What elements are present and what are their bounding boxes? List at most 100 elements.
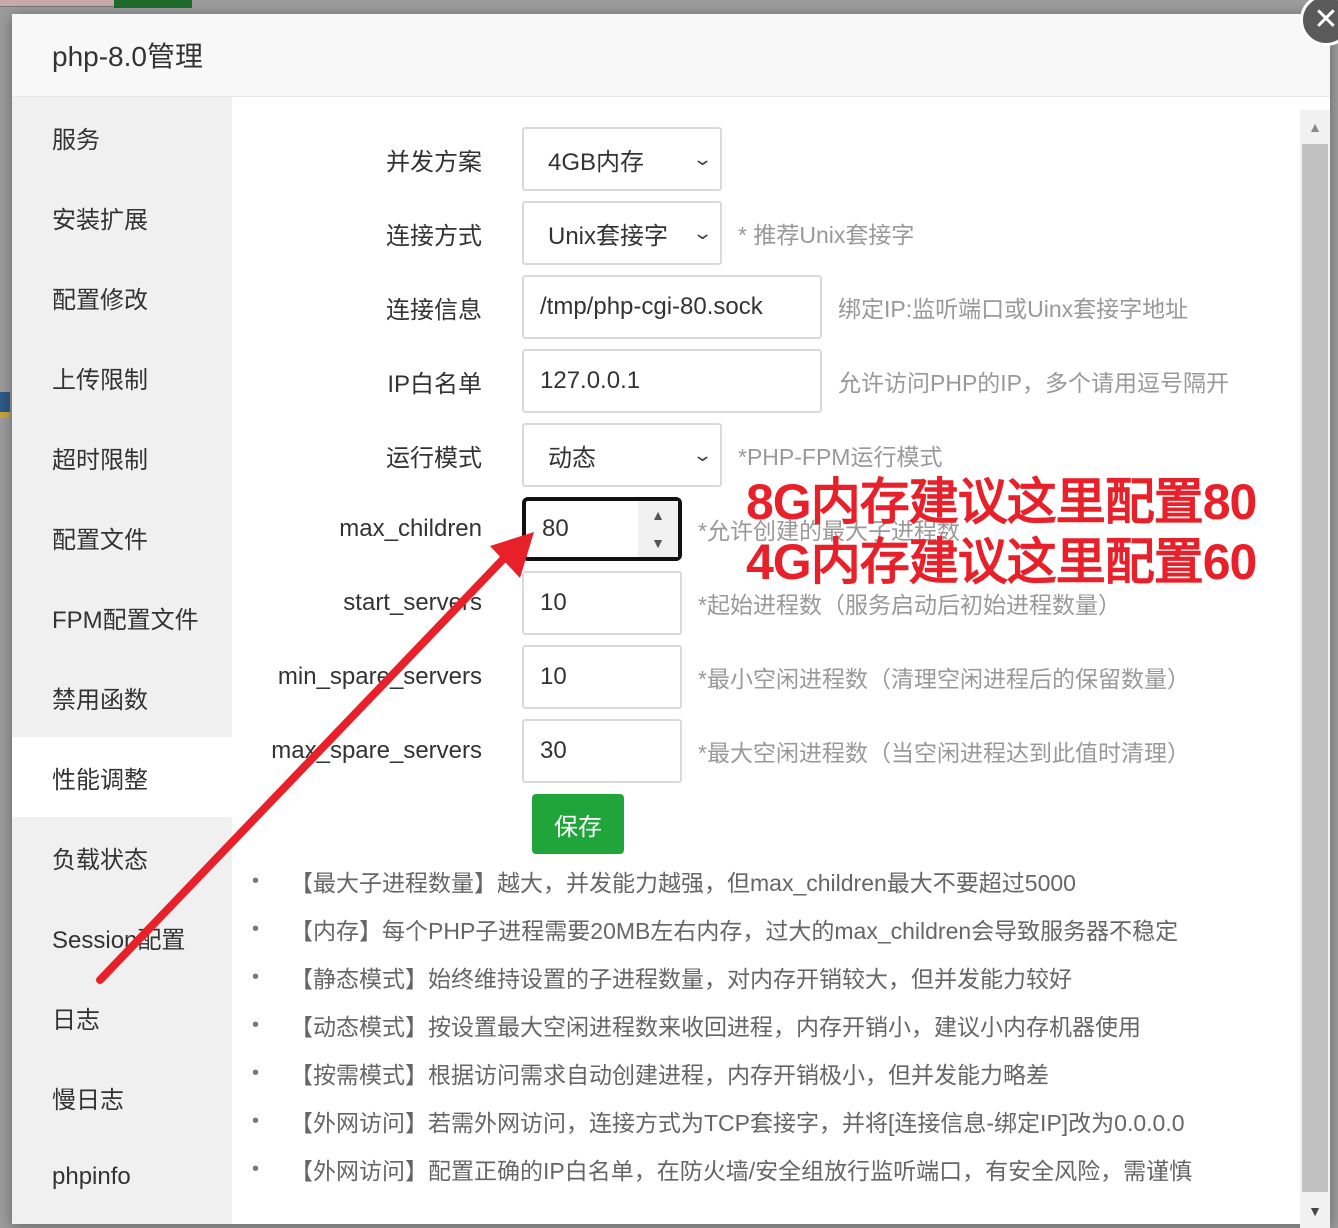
scroll-thumb[interactable] bbox=[1302, 144, 1328, 1192]
bullet-icon: • bbox=[252, 965, 260, 988]
sidebar-item-label: 配置修改 bbox=[52, 286, 148, 314]
scroll-down-icon[interactable]: ▼ bbox=[1300, 1194, 1330, 1228]
modal-body: 服务 安装扩展 配置修改 上传限制 超时限制 配置文件 FPM配置文件 禁用函数… bbox=[12, 97, 1330, 1224]
sidebar-item-label: 安装扩展 bbox=[52, 206, 148, 234]
connection-info-hint: 绑定IP:监听端口或Uinx套接字地址 bbox=[838, 296, 1189, 322]
sidebar-item-slow-log[interactable]: 慢日志 bbox=[12, 1057, 232, 1137]
note-item: • 【静态模式】始终维持设置的子进程数量，对内存开销较大，但并发能力较好 bbox=[252, 953, 1192, 1001]
sidebar: 服务 安装扩展 配置修改 上传限制 超时限制 配置文件 FPM配置文件 禁用函数… bbox=[12, 97, 232, 1224]
connection-mode-select[interactable]: Unix套接字 ⌄ bbox=[522, 201, 722, 265]
min-spare-servers-input[interactable]: 10 bbox=[522, 645, 682, 709]
min-spare-servers-hint: *最小空闲进程数（清理空闲进程后的保留数量） bbox=[698, 666, 1190, 692]
modal-header: php-8.0管理 bbox=[12, 14, 1330, 97]
background-tab-active bbox=[114, 0, 192, 8]
max-spare-servers-label: max_spare_servers bbox=[271, 737, 482, 764]
input-value: /tmp/php-cgi-80.sock bbox=[540, 293, 763, 320]
annotation-4g: 4G内存建议这里配置60 bbox=[746, 534, 1257, 590]
note-item: • 【动态模式】按设置最大空闲进程数来收回进程，内存开销小，建议小内存机器使用 bbox=[252, 1001, 1192, 1049]
concurrency-plan-select[interactable]: 4GB内存 ⌄ bbox=[522, 127, 722, 191]
sidebar-item-label: 负载状态 bbox=[52, 846, 148, 874]
max-spare-servers-input[interactable]: 30 bbox=[522, 719, 682, 783]
ip-whitelist-input[interactable]: 127.0.0.1 bbox=[522, 349, 822, 413]
note-text: 【动态模式】按设置最大空闲进程数来收回进程，内存开销小，建议小内存机器使用 bbox=[290, 1014, 1141, 1040]
sidebar-item-label: 配置文件 bbox=[52, 526, 148, 554]
note-item: • 【外网访问】若需外网访问，连接方式为TCP套接字，并将[连接信息-绑定IP]改… bbox=[252, 1097, 1192, 1145]
input-value: 10 bbox=[540, 663, 567, 690]
background-tab bbox=[0, 0, 114, 7]
spin-up-icon[interactable]: ▲ bbox=[651, 507, 665, 523]
bullet-icon: • bbox=[252, 869, 260, 892]
sidebar-item-performance-tuning[interactable]: 性能调整 bbox=[12, 737, 232, 817]
note-text: 【外网访问】若需外网访问，连接方式为TCP套接字，并将[连接信息-绑定IP]改为… bbox=[290, 1110, 1185, 1136]
selected-value: 动态 bbox=[548, 444, 596, 472]
run-mode-select[interactable]: 动态 ⌄ bbox=[522, 423, 722, 487]
input-value: 10 bbox=[540, 589, 567, 616]
sidebar-item-label: 慢日志 bbox=[52, 1086, 124, 1114]
connection-info-label: 连接信息 bbox=[386, 296, 482, 324]
bullet-icon: • bbox=[252, 1061, 260, 1084]
sidebar-item-label: FPM配置文件 bbox=[52, 606, 199, 634]
note-item: • 【最大子进程数量】越大，并发能力越强，但max_children最大不要超过5… bbox=[252, 857, 1192, 905]
sidebar-item-service[interactable]: 服务 bbox=[12, 97, 232, 177]
note-text: 【静态模式】始终维持设置的子进程数量，对内存开销较大，但并发能力较好 bbox=[290, 966, 1072, 992]
bullet-icon: • bbox=[252, 917, 260, 940]
sidebar-item-phpinfo[interactable]: phpinfo bbox=[12, 1137, 232, 1217]
connection-mode-hint: * 推荐Unix套接字 bbox=[738, 222, 915, 248]
sidebar-item-log[interactable]: 日志 bbox=[12, 977, 232, 1057]
sidebar-item-timeout-limit[interactable]: 超时限制 bbox=[12, 417, 232, 497]
sidebar-item-fpm-config-file[interactable]: FPM配置文件 bbox=[12, 577, 232, 657]
chevron-down-icon: ⌄ bbox=[691, 444, 714, 465]
modal-title: php-8.0管理 bbox=[52, 41, 203, 72]
bullet-icon: • bbox=[252, 1109, 260, 1132]
note-text: 【内存】每个PHP子进程需要20MB左右内存，过大的max_children会导… bbox=[290, 918, 1179, 944]
number-spinner: ▲ ▼ bbox=[638, 501, 678, 557]
start-servers-label: start_servers bbox=[343, 589, 482, 616]
start-servers-input[interactable]: 10 bbox=[522, 571, 682, 635]
input-value: 127.0.0.1 bbox=[540, 367, 641, 394]
php-management-modal: php-8.0管理 服务 安装扩展 配置修改 上传限制 超时限制 配置文件 FP… bbox=[12, 14, 1330, 1228]
chevron-down-icon: ⌄ bbox=[691, 148, 714, 169]
selected-value: 4GB内存 bbox=[548, 148, 645, 176]
vertical-scrollbar[interactable]: ▲ ▼ bbox=[1300, 110, 1330, 1228]
sidebar-item-label: phpinfo bbox=[52, 1163, 131, 1190]
input-value: 30 bbox=[540, 737, 567, 764]
note-text: 【外网访问】配置正确的IP白名单，在防火墙/安全组放行监听端口，有安全风险，需谨… bbox=[290, 1158, 1193, 1184]
sidebar-item-install-extensions[interactable]: 安装扩展 bbox=[12, 177, 232, 257]
max-children-label: max_children bbox=[339, 515, 482, 542]
bullet-icon: • bbox=[252, 1157, 260, 1180]
sidebar-item-upload-limit[interactable]: 上传限制 bbox=[12, 337, 232, 417]
background-python-icon bbox=[0, 392, 10, 418]
selected-value: Unix套接字 bbox=[548, 222, 669, 250]
sidebar-item-label: 服务 bbox=[52, 126, 100, 154]
sidebar-item-config-file[interactable]: 配置文件 bbox=[12, 497, 232, 577]
sidebar-item-label: 上传限制 bbox=[52, 366, 148, 394]
connection-mode-label: 连接方式 bbox=[386, 222, 482, 250]
sidebar-item-load-status[interactable]: 负载状态 bbox=[12, 817, 232, 897]
min-spare-servers-label: min_spare_servers bbox=[277, 663, 482, 690]
help-notes: • 【最大子进程数量】越大，并发能力越强，但max_children最大不要超过5… bbox=[252, 857, 1192, 1193]
performance-form: 并发方案 4GB内存 ⌄ 连接方式 Unix套接字 ⌄ * 推荐Unix套接字 … bbox=[232, 97, 1330, 1224]
ip-whitelist-hint: 允许访问PHP的IP，多个请用逗号隔开 bbox=[838, 370, 1230, 396]
input-value: 80 bbox=[542, 515, 569, 542]
sidebar-item-label: Session配置 bbox=[52, 926, 186, 954]
save-button[interactable]: 保存 bbox=[532, 794, 624, 854]
note-item: • 【外网访问】配置正确的IP白名单，在防火墙/安全组放行监听端口，有安全风险，需… bbox=[252, 1145, 1192, 1193]
sidebar-item-label: 禁用函数 bbox=[52, 686, 148, 714]
chevron-down-icon: ⌄ bbox=[691, 222, 714, 243]
concurrency-plan-label: 并发方案 bbox=[386, 148, 482, 176]
bullet-icon: • bbox=[252, 1013, 260, 1036]
scroll-up-icon[interactable]: ▲ bbox=[1300, 110, 1330, 144]
note-item: • 【内存】每个PHP子进程需要20MB左右内存，过大的max_children会… bbox=[252, 905, 1192, 953]
spin-down-icon[interactable]: ▼ bbox=[651, 535, 665, 551]
connection-info-input[interactable]: /tmp/php-cgi-80.sock bbox=[522, 275, 822, 339]
note-text: 【最大子进程数量】越大，并发能力越强，但max_children最大不要超过50… bbox=[290, 870, 1076, 896]
sidebar-item-label: 超时限制 bbox=[52, 446, 148, 474]
ip-whitelist-label: IP白名单 bbox=[387, 370, 482, 398]
sidebar-item-disabled-functions[interactable]: 禁用函数 bbox=[12, 657, 232, 737]
run-mode-label: 运行模式 bbox=[386, 444, 482, 472]
max-children-input[interactable]: 80 ▲ ▼ bbox=[522, 497, 682, 561]
note-item: • 【按需模式】根据访问需求自动创建进程，内存开销极小，但并发能力略差 bbox=[252, 1049, 1192, 1097]
sidebar-item-session-config[interactable]: Session配置 bbox=[12, 897, 232, 977]
sidebar-item-config-modify[interactable]: 配置修改 bbox=[12, 257, 232, 337]
max-spare-servers-hint: *最大空闲进程数（当空闲进程达到此值时清理） bbox=[698, 740, 1190, 766]
